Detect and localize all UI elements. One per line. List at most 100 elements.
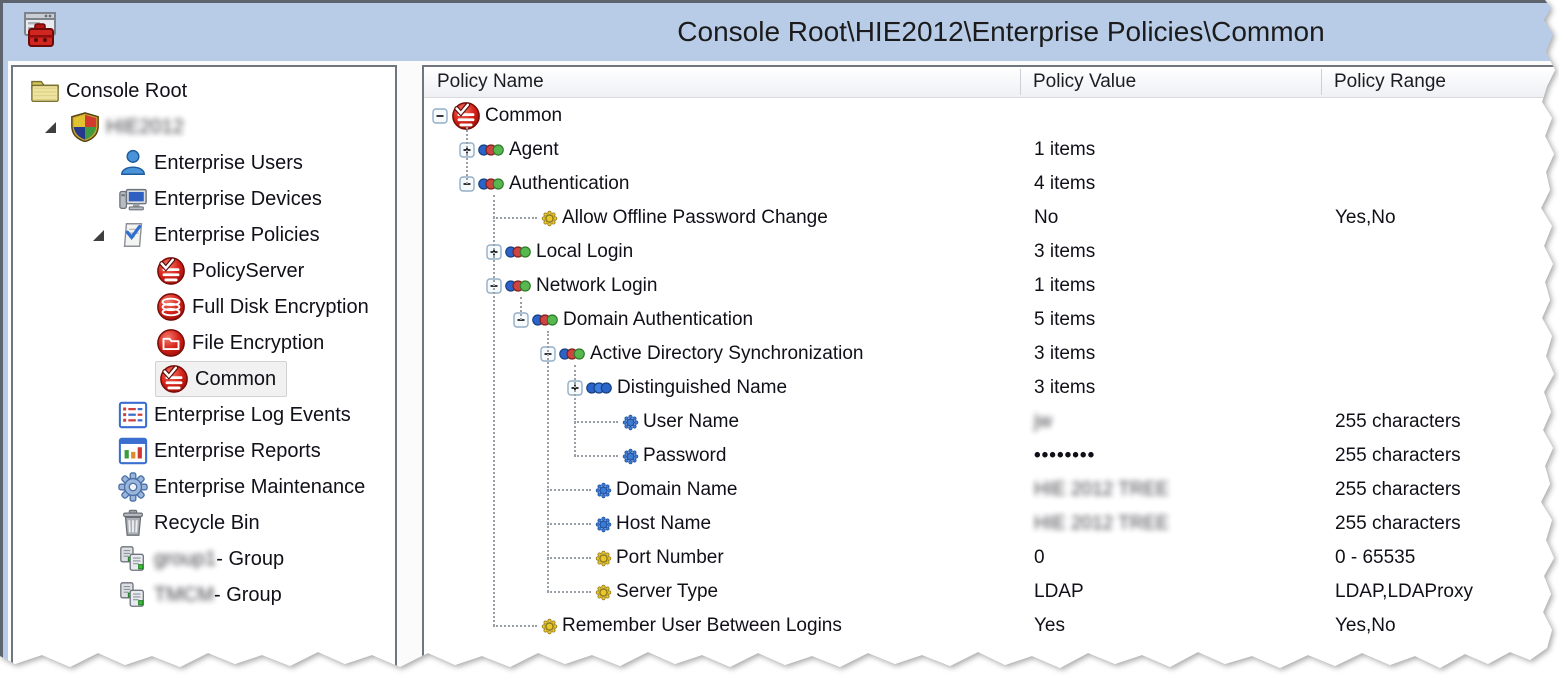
policy-choice-icon [595,584,612,601]
sidebar-item-policyserver[interactable]: PolicyServer [13,253,395,289]
policy-choice-icon [541,618,558,635]
policy-row-active-directory-synchronization[interactable]: Active Directory Synchronization3 items [424,337,1559,371]
tree-guide-line [574,365,576,456]
sidebar-item-label: HIE2012 [106,116,184,139]
expander-minus-icon[interactable] [432,108,448,124]
sidebar-item-label: Enterprise Maintenance [154,476,365,499]
policy-value: LDAP [1020,581,1321,603]
policy-row-domain-name[interactable]: Domain NameHIE 2012 TREE255 characters [424,473,1559,507]
tree-connector [574,455,618,457]
sidebar-item-label: Enterprise Log Events [154,404,351,427]
console-tree-panel: Console Root HIE2012 Enterprise Users En… [11,65,397,677]
sidebar-item-group1[interactable]: group1 - Group [13,541,395,577]
expand-triangle-icon[interactable] [41,122,69,133]
tree-connector [547,489,591,491]
sidebar-item-label: Full Disk Encryption [192,296,369,319]
policy-choice-icon [541,210,558,227]
policy-value: •••••••• [1020,445,1321,467]
policy-group-icon [505,245,532,259]
policy-text-icon [595,482,612,499]
policy-choice-icon [595,550,612,567]
policy-group-icon [532,313,559,327]
shield-icon [69,111,101,143]
policy-row-password[interactable]: Password••••••••255 characters [424,439,1559,473]
policy-row-network-login[interactable]: Network Login1 items [424,269,1559,303]
policy-row-domain-authentication[interactable]: Domain Authentication5 items [424,303,1559,337]
tree-connector [547,591,591,593]
column-policy-name[interactable]: Policy Name [424,67,544,98]
sidebar-item-label: Enterprise Users [154,152,303,175]
tree-guide-line [466,127,468,184]
policy-name-cell: Password [424,445,1020,467]
policy-row-remember-user-between-logins[interactable]: Remember User Between LoginsYesYes,No [424,609,1559,643]
sidebar-item-label: Enterprise Devices [154,188,322,211]
policy-row-authentication[interactable]: Authentication4 items [424,167,1559,201]
sidebar-item-label: TMCM [154,584,214,607]
policy-range: Yes,No [1321,207,1559,229]
group-icon [117,543,149,575]
policy-row-allow-offline-password-change[interactable]: Allow Offline Password ChangeNoYes,No [424,201,1559,235]
sidebar-item-label: group1 [154,548,216,571]
policy-value: HIE 2012 TREE [1020,513,1321,535]
policy-value: No [1020,207,1321,229]
sidebar-item-file-encryption[interactable]: File Encryption [13,325,395,361]
policy-value: HIE 2012 TREE [1020,479,1321,501]
policy-row-port-number[interactable]: Port Number00 - 65535 [424,541,1559,575]
sidebar-item-enterprise-reports[interactable]: Enterprise Reports [13,433,395,469]
policy-group-icon [478,177,505,191]
sidebar-item-recycle-bin[interactable]: Recycle Bin [13,505,395,541]
policy-value: 5 items [1020,309,1321,331]
policy-value: 3 items [1020,377,1321,399]
policy-name-label: Password [643,445,726,467]
sidebar-item-enterprise-users[interactable]: Enterprise Users [13,145,395,181]
policy-row-local-login[interactable]: Local Login3 items [424,235,1559,269]
sidebar-item-enterprise-maintenance[interactable]: Enterprise Maintenance [13,469,395,505]
policy-row-common[interactable]: Common [424,99,1559,133]
sidebar-item-suffix: - Group [214,584,282,607]
column-policy-value[interactable]: Policy Value [1020,67,1136,98]
sidebar-item-enterprise-devices[interactable]: Enterprise Devices [13,181,395,217]
policy-row-distinguished-name[interactable]: Distinguished Name3 items [424,371,1559,405]
sidebar-item-hie2012[interactable]: HIE2012 [13,109,395,145]
policy-text-icon [595,516,612,533]
sidebar-item-tmcm[interactable]: TMCM - Group [13,577,395,613]
tree-connector [493,217,537,219]
policy-value: 3 items [1020,343,1321,365]
policy-range: 255 characters [1321,479,1559,501]
policy-name-cell: Port Number [424,547,1020,569]
tree-guide-line [493,195,495,626]
policy-row-agent[interactable]: Agent1 items [424,133,1559,167]
sidebar-item-suffix: - Group [216,548,284,571]
policy-name-label: Local Login [536,241,633,263]
policy-row-host-name[interactable]: Host NameHIE 2012 TREE255 characters [424,507,1559,541]
sidebar-item-console-root[interactable]: Console Root [13,73,395,109]
policy-name-label: User Name [643,411,739,433]
policyserver-icon [155,255,187,287]
column-policy-range[interactable]: Policy Range [1321,67,1446,98]
sidebar-item-label: File Encryption [192,332,324,355]
policy-value: 4 items [1020,173,1321,195]
policy-value: Yes [1020,615,1321,637]
policy-name-cell: Domain Authentication [424,309,1020,331]
sidebar-item-enterprise-log-events[interactable]: Enterprise Log Events [13,397,395,433]
user-icon [117,147,149,179]
sidebar-item-common[interactable]: Common [13,361,395,397]
sidebar-item-enterprise-policies[interactable]: Enterprise Policies [13,217,395,253]
sidebar-item-label: Console Root [66,80,187,103]
reports-icon [117,435,149,467]
sidebar-item-label: Enterprise Policies [154,224,320,247]
tree-connector [547,523,591,525]
tree-guide-line [520,297,522,320]
policy-row-user-name[interactable]: User Namejw255 characters [424,405,1559,439]
selected-item-highlight: Common [155,361,287,397]
policy-range: 0 - 65535 [1321,547,1559,569]
title-bar[interactable]: Console Root\HIE2012\Enterprise Policies… [3,3,1559,61]
policy-name-cell: Domain Name [424,479,1020,501]
console-body: Console Root HIE2012 Enterprise Users En… [8,61,1559,677]
sidebar-item-label: Recycle Bin [154,512,260,535]
policy-row-server-type[interactable]: Server TypeLDAPLDAP,LDAProxy [424,575,1559,609]
policy-range: LDAP,LDAProxy [1321,581,1559,603]
sidebar-item-full-disk-encryption[interactable]: Full Disk Encryption [13,289,395,325]
expand-triangle-icon[interactable] [89,230,117,241]
policy-name-label: Agent [509,139,559,161]
